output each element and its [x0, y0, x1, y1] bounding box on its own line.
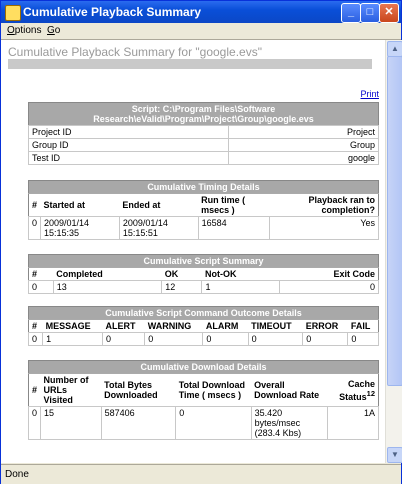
col-header: Total Download Time ( msecs )	[175, 373, 252, 407]
table-row: Group ID Group	[28, 138, 380, 152]
started-at-value: 2009/01/14 15:15:35	[40, 216, 120, 240]
table-row: 0 15 587406 0 35.420 bytes/msec (283.4 K…	[27, 406, 380, 440]
report-content: Cumulative Playback Summary for "google.…	[1, 40, 385, 463]
col-header: Overall Download Rate	[251, 373, 328, 407]
col-header-cache-status: Cache Status12	[327, 373, 379, 407]
download-caption: Cumulative Download Details	[28, 360, 379, 374]
col-header: Total Bytes Downloaded	[101, 373, 176, 407]
title-bar[interactable]: Cumulative Playback Summary _ □ ✕	[1, 1, 401, 23]
vertical-scrollbar[interactable]: ▲ ▼	[385, 40, 402, 463]
timing-table-caption: Cumulative Timing Details	[28, 180, 379, 194]
col-header: Run time ( msecs )	[198, 193, 270, 217]
col-header: Completed	[53, 267, 162, 281]
close-button[interactable]: ✕	[379, 3, 399, 23]
table-row: 0 2009/01/14 15:15:35 2009/01/14 15:15:5…	[27, 216, 380, 240]
app-icon	[5, 5, 21, 21]
test-id-value: google	[227, 151, 380, 165]
completion-value: Yes	[268, 216, 380, 240]
col-header: Number of URLs Visited	[40, 373, 102, 407]
timing-table: Cumulative Timing Details # Started at E…	[27, 180, 380, 240]
col-header: Started at	[40, 193, 120, 217]
page-title: Cumulative Playback Summary for "google.…	[8, 45, 262, 59]
scroll-up-icon[interactable]: ▲	[387, 41, 402, 57]
script-summary-caption: Cumulative Script Summary	[28, 254, 379, 268]
col-header: #	[28, 193, 41, 217]
col-header: #	[28, 319, 43, 333]
outcome-caption: Cumulative Script Command Outcome Detail…	[28, 306, 379, 320]
menu-go[interactable]: Go	[47, 25, 60, 36]
print-link[interactable]: Print	[360, 89, 379, 99]
col-header: #	[28, 267, 54, 281]
status-bar: Done	[1, 464, 401, 484]
col-header: OK	[161, 267, 202, 281]
ended-at-value: 2009/01/14 15:15:51	[118, 216, 199, 240]
script-summary-table: Cumulative Script Summary # Completed OK…	[28, 254, 380, 294]
col-header: Ended at	[119, 193, 199, 217]
menu-options[interactable]: Options	[7, 25, 41, 36]
col-header: FAIL	[347, 319, 379, 333]
run-time-value: 16584	[197, 216, 270, 240]
vertical-scroll-thumb[interactable]	[387, 56, 402, 386]
table-row: Test ID google	[28, 151, 380, 165]
col-header: Exit Code	[279, 267, 379, 281]
col-header: TIMEOUT	[248, 319, 303, 333]
col-header: #	[28, 373, 41, 407]
footnote-ref[interactable]: 12	[367, 389, 375, 398]
project-id-label: Project ID	[28, 125, 229, 139]
outcome-table: Cumulative Script Command Outcome Detail…	[27, 306, 379, 346]
test-id-label: Test ID	[28, 151, 229, 165]
maximize-button[interactable]: □	[360, 3, 380, 23]
col-header: ERROR	[302, 319, 348, 333]
table-row: 0 13 12 1 0	[28, 280, 380, 294]
minimize-icon: _	[347, 6, 355, 18]
heading-rule	[8, 59, 372, 69]
col-header: MESSAGE	[42, 319, 103, 333]
table-row: 0 1 0 0 0 0 0 0	[27, 332, 379, 346]
col-header: ALERT	[102, 319, 145, 333]
script-table: Script: C:\Program Files\Software Resear…	[28, 102, 380, 165]
table-row: Project ID Project	[28, 125, 380, 139]
group-id-value: Group	[227, 138, 380, 152]
col-header: Not-OK	[201, 267, 280, 281]
download-table: Cumulative Download Details # Number of …	[27, 360, 380, 440]
col-header: ALARM	[202, 319, 249, 333]
group-id-label: Group ID	[28, 138, 229, 152]
script-table-caption: Script: C:\Program Files\Software Resear…	[28, 102, 379, 126]
scroll-down-icon[interactable]: ▼	[387, 447, 402, 463]
col-header: Playback ran to completion?	[269, 193, 379, 217]
col-header: WARNING	[144, 319, 203, 333]
app-window: Cumulative Playback Summary _ □ ✕ Option…	[0, 0, 402, 484]
close-icon: ✕	[384, 6, 394, 18]
minimize-button[interactable]: _	[341, 3, 361, 23]
maximize-icon: □	[366, 6, 374, 18]
project-id-value: Project	[227, 125, 380, 139]
window-title: Cumulative Playback Summary	[23, 5, 202, 19]
menu-bar: Options Go	[1, 23, 401, 40]
status-text: Done	[5, 469, 29, 480]
